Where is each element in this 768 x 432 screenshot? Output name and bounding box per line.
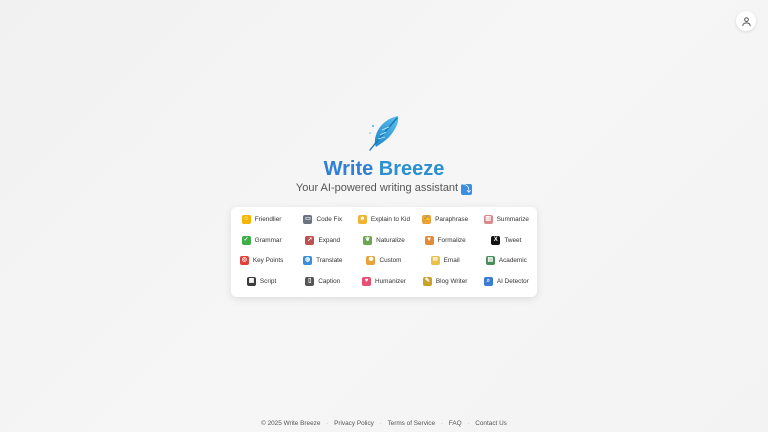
mode-button-summarize[interactable]: ▥ Summarize (476, 209, 537, 230)
mode-label: Friendlier (254, 215, 282, 223)
brand-title: Write Breeze (0, 156, 768, 182)
mode-button-ai-detector[interactable]: ⌕ AI Detector (476, 271, 537, 292)
footer-separator: · (467, 420, 470, 427)
mode-button-email[interactable]: ✉ Email (415, 251, 476, 272)
mode-label: Code Fix (316, 215, 343, 223)
mode-button-expand[interactable]: ➚ Expand (292, 230, 353, 251)
rocket-icon: ➚ (305, 235, 315, 245)
terms-of-service-link[interactable]: Terms of Service (387, 420, 435, 427)
mode-grid: ☺ Friendlier ▭ Code Fix ☻ Explain to Kid ✍ Para… (231, 209, 537, 292)
mode-label: AI Detector (496, 278, 529, 286)
brand-title-part2: Breeze (378, 158, 445, 180)
x-icon: X (491, 235, 501, 245)
brand-title-part1: Write (323, 158, 374, 180)
mode-label: Grammar (254, 236, 282, 244)
tagline: Your AI-powered writing assistant ⤵ (0, 180, 768, 196)
mode-button-formalize[interactable]: ▼ Formalize (415, 230, 476, 251)
mode-label: Blog Writer (435, 278, 468, 286)
mode-label: Caption (318, 278, 341, 286)
envelope-icon: ✉ (430, 256, 440, 266)
faq-link[interactable]: FAQ (449, 420, 462, 427)
mode-label: Key Points (252, 257, 284, 265)
mode-label: Expand (318, 236, 341, 244)
mode-button-friendlier[interactable]: ☺ Friendlier (231, 209, 292, 230)
mode-button-key-points[interactable]: ◎ Key Points (231, 251, 292, 272)
mode-label: Custom (379, 257, 402, 265)
mode-label: Academic (498, 257, 527, 265)
necktie-icon: ▼ (424, 235, 434, 245)
palette-icon: ✺ (366, 256, 376, 266)
user-account-button[interactable] (736, 11, 756, 31)
contact-us-link[interactable]: Contact Us (475, 420, 507, 427)
mode-label: Summarize (496, 215, 529, 223)
baby-icon: ☻ (357, 214, 367, 224)
laptop-icon: ▭ (303, 214, 313, 224)
footer-separator: · (326, 420, 329, 427)
herb-icon: ❦ (363, 235, 373, 245)
tagline-text: Your AI-powered writing assistant (295, 182, 459, 194)
mode-button-grammar[interactable]: ✓ Grammar (231, 230, 292, 251)
footer: © 2025 Write Breeze · Privacy Policy · T… (0, 420, 768, 427)
feather-icon (369, 116, 399, 151)
footer-separator: · (440, 420, 443, 427)
mobile-phone-icon: ▯ (305, 277, 315, 287)
hugging-face-icon: ☺ (241, 214, 251, 224)
chart-icon: ▥ (483, 214, 493, 224)
mode-button-caption[interactable]: ▯ Caption (292, 271, 353, 292)
mode-button-naturalize[interactable]: ❦ Naturalize (353, 230, 414, 251)
mode-selector-card: ☺ Friendlier ▭ Code Fix ☻ Explain to Kid ✍ Para… (231, 207, 537, 297)
footer-copyright: © 2025 Write Breeze (261, 420, 321, 427)
mode-button-script[interactable]: ▦ Script (231, 271, 292, 292)
mode-label: Humanizer (375, 278, 406, 286)
magnifier-icon: ⌕ (483, 277, 493, 287)
mode-label: Formalize (437, 236, 466, 244)
memo-icon: ✎ (422, 277, 432, 287)
mode-label: Explain to Kid (370, 215, 410, 223)
mode-button-code-fix[interactable]: ▭ Code Fix (292, 209, 353, 230)
mode-button-academic[interactable]: ▤ Academic (476, 251, 537, 272)
mode-label: Naturalize (376, 236, 405, 244)
writing-hand-icon: ✍ (422, 214, 432, 224)
mode-button-translate[interactable]: ◍ Translate (292, 251, 353, 272)
mode-label: Tweet (504, 236, 522, 244)
clapper-board-icon: ▦ (246, 277, 256, 287)
user-icon (741, 16, 751, 26)
heart-icon: ♥ (362, 277, 372, 287)
mode-label: Script (259, 278, 277, 286)
mode-button-custom[interactable]: ✺ Custom (353, 251, 414, 272)
privacy-policy-link[interactable]: Privacy Policy (334, 420, 374, 427)
mode-label: Paraphrase (435, 215, 469, 223)
arrow-down-icon: ⤵ (461, 184, 473, 195)
mode-button-blog-writer[interactable]: ✎ Blog Writer (415, 271, 476, 292)
mode-button-humanizer[interactable]: ♥ Humanizer (353, 271, 414, 292)
mode-label: Translate (316, 257, 343, 265)
books-icon: ▤ (485, 256, 495, 266)
globe-icon: ◍ (303, 256, 313, 266)
mode-button-explain-to-kid[interactable]: ☻ Explain to Kid (353, 209, 414, 230)
mode-button-paraphrase[interactable]: ✍ Paraphrase (415, 209, 476, 230)
mode-label: Email (443, 257, 460, 265)
check-mark-icon: ✓ (241, 235, 251, 245)
mode-button-tweet[interactable]: X Tweet (476, 230, 537, 251)
footer-separator: · (379, 420, 382, 427)
target-icon: ◎ (239, 256, 249, 266)
